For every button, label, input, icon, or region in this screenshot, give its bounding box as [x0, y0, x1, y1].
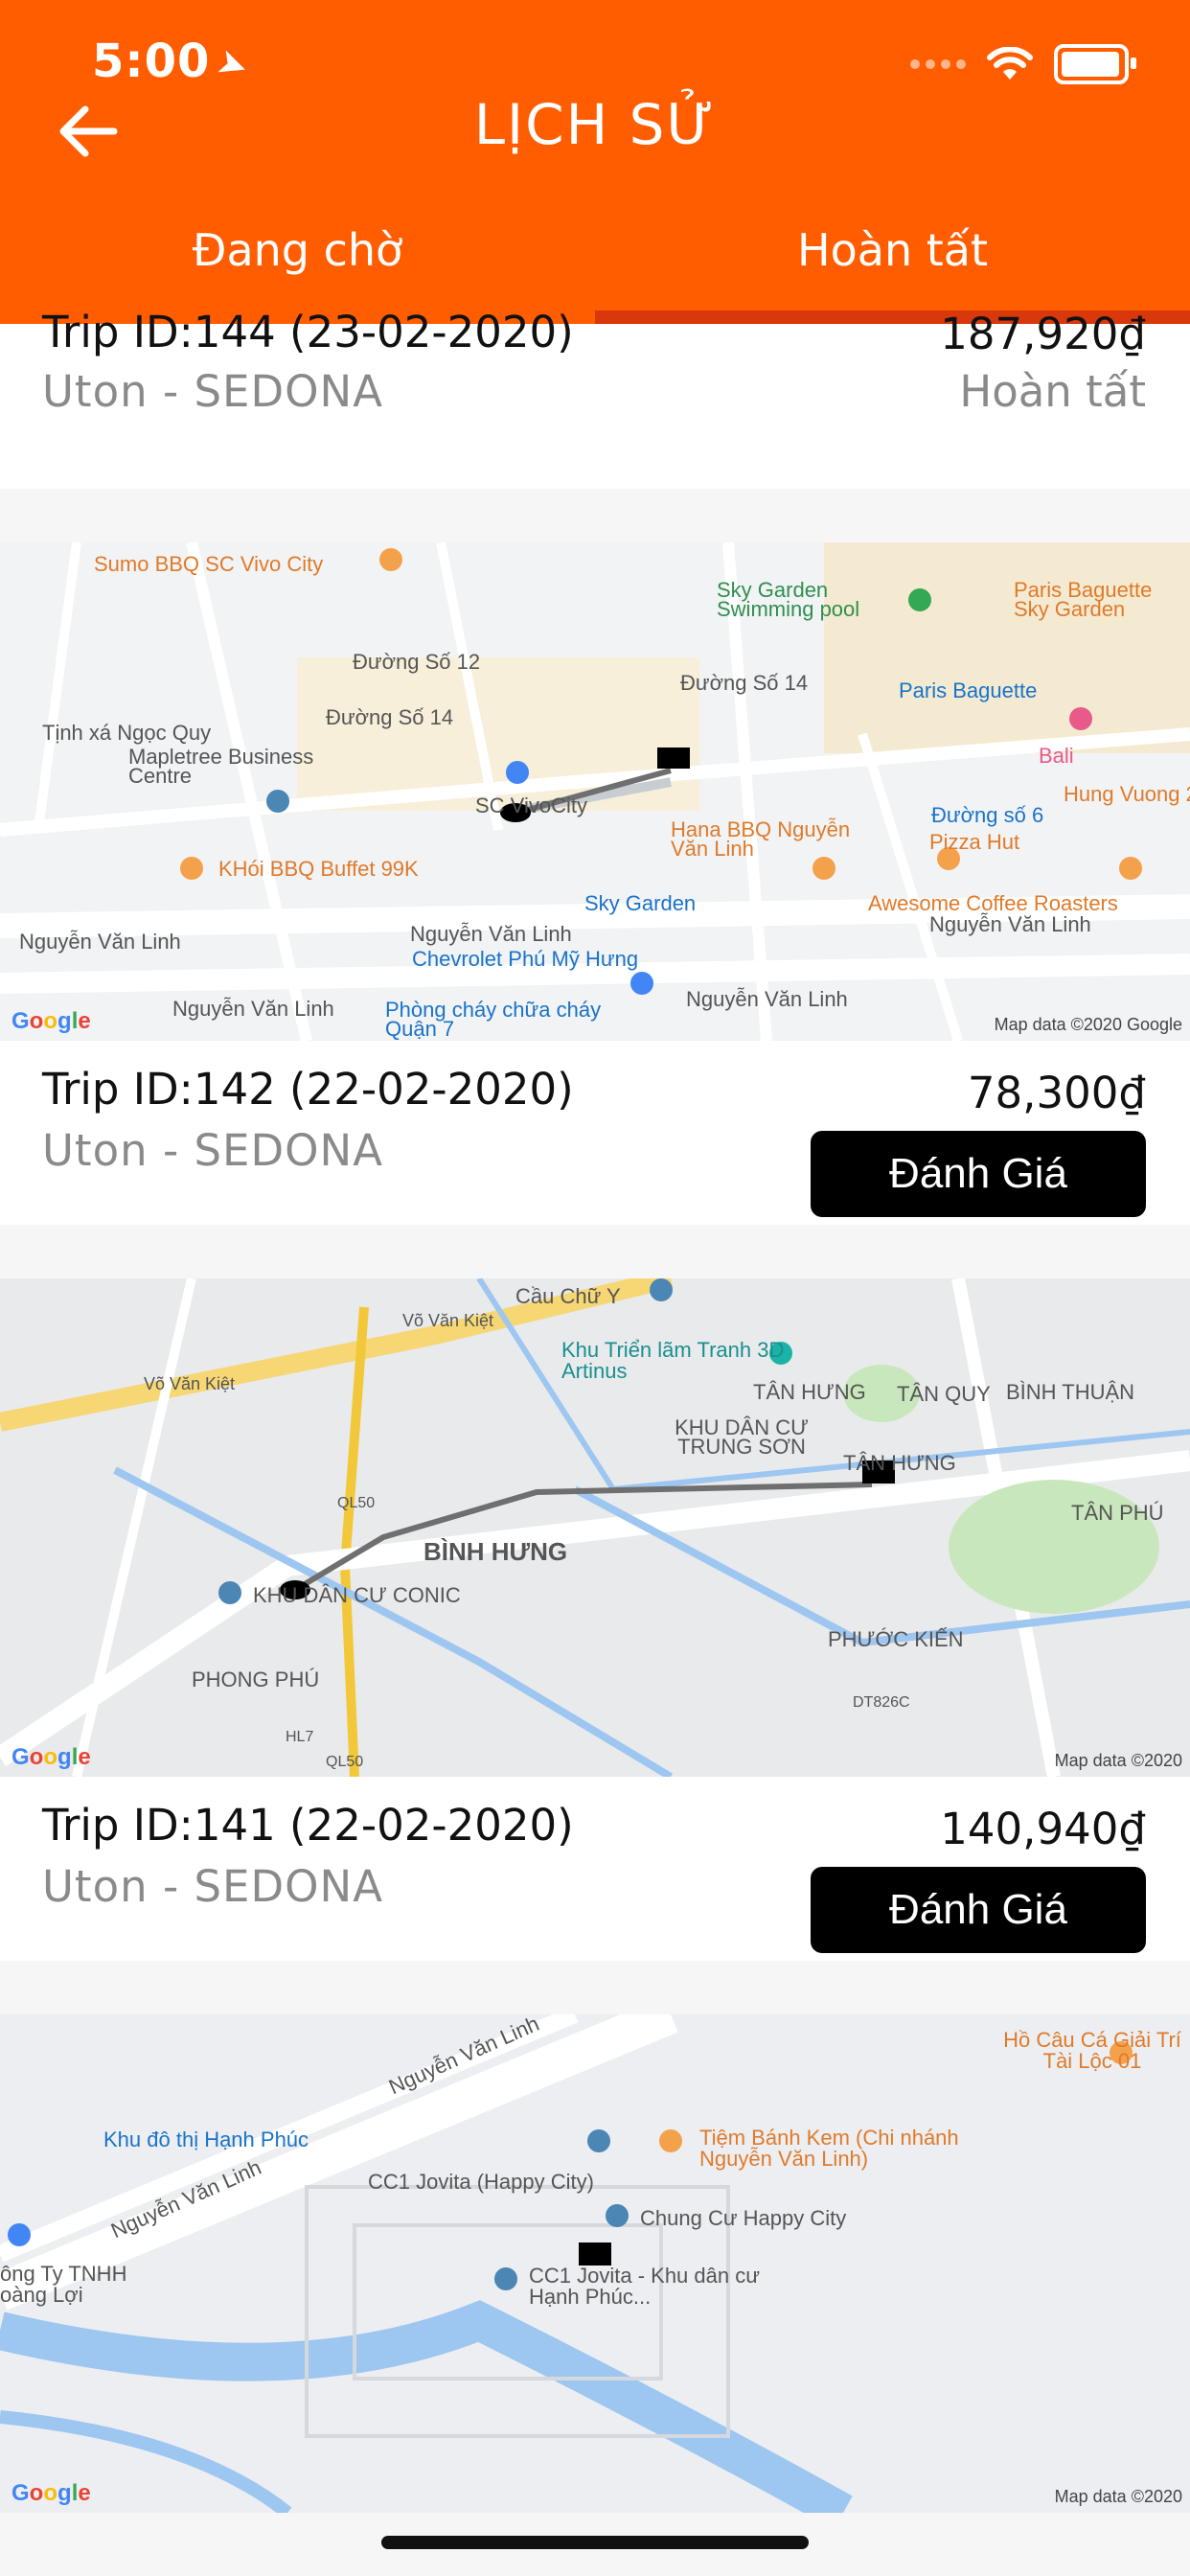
map-label: ông Ty TNHH oàng Lợi: [0, 2262, 127, 2307]
google-logo: Google: [11, 2480, 91, 2506]
map-label: Đường Số 14: [326, 705, 454, 729]
map-label: Đường số 6: [931, 803, 1044, 827]
map-label: Nguyễn Văn Linh: [172, 997, 334, 1021]
divider: [0, 1225, 1190, 1278]
map-label: Pizza Hut: [929, 830, 1020, 854]
map-label: DT826C: [853, 1694, 910, 1711]
divider: [0, 489, 1190, 542]
map-attribution: Map data ©2020: [1054, 1751, 1182, 1770]
map-label: QL50: [326, 1754, 364, 1770]
map-label: Đường Số 14: [680, 671, 809, 695]
home-indicator: [381, 2536, 809, 2549]
trip-card[interactable]: Cầu Chữ Y Võ Văn Kiệt Khu Triển lãm Tran…: [0, 1278, 1190, 1961]
map-label: Sky Garden: [584, 891, 697, 915]
divider: [0, 1961, 1190, 2014]
trip-price: 140,940₫: [940, 1804, 1146, 1854]
trip-id: Trip ID:144 (23-02-2020): [42, 307, 574, 357]
map-label: CC1 Jovita (Happy City): [368, 2170, 594, 2194]
map-label: Nguyễn Văn Linh: [410, 922, 572, 946]
rate-button[interactable]: Đánh Giá: [811, 1131, 1146, 1217]
trip-route: Uton - SEDONA: [42, 1861, 383, 1912]
map-label: CC1 Jovita - Khu dân cư Hạnh Phúc...: [529, 2264, 760, 2309]
trip-card[interactable]: Hồ Câu Cá Giải Trí Tài Lộc 01 Nguyễn Văn…: [0, 2014, 1190, 2513]
trip-map[interactable]: Sumo BBQ SC Vivo City Sky Garden Swimmin…: [0, 542, 1190, 1041]
signal-icon: [910, 59, 966, 69]
map-label: Hana BBQ Nguyễn Văn Linh: [671, 817, 851, 861]
wifi-icon: [987, 47, 1033, 80]
trip-map[interactable]: Hồ Câu Cá Giải Trí Tài Lộc 01 Nguyễn Văn…: [0, 2014, 1190, 2513]
trip-price: 187,920₫: [940, 309, 1146, 359]
map-label: Sky Garden Swimming pool: [717, 578, 860, 621]
trip-info: Trip ID:142 (22-02-2020) Uton - SEDONA 7…: [0, 1041, 1190, 1225]
map-label: Võ Văn Kiệt: [144, 1374, 236, 1393]
map-label: Phòng cháy chữa cháy Quận 7: [385, 998, 602, 1041]
map-label: Cầu Chữ Y: [515, 1284, 621, 1308]
map-label: Hung Vuong 2: [1064, 782, 1190, 806]
map-label: Tịnh xá Ngọc Quy: [42, 721, 212, 745]
map-label: BÌNH THUẬN: [1006, 1380, 1135, 1404]
trip-card[interactable]: Trip ID:144 (23-02-2020) Uton - SEDONA 1…: [0, 307, 1190, 489]
rate-button[interactable]: Đánh Giá: [811, 1867, 1146, 1953]
map-label: TÂN QUY: [897, 1382, 991, 1406]
trip-route: Uton - SEDONA: [42, 1125, 383, 1176]
map-label: KHói BBQ Buffet 99K: [218, 857, 419, 881]
map-label: TÂN HƯNG: [753, 1380, 866, 1404]
map-label: SC VivoCity: [475, 794, 587, 817]
trip-card[interactable]: Sumo BBQ SC Vivo City Sky Garden Swimmin…: [0, 542, 1190, 1225]
map-label: KHU DÂN CƯ CONIC: [253, 1583, 461, 1607]
map-label: TÂN HƯNG: [843, 1451, 956, 1475]
map-label: PHƯỚC KIẾN: [828, 1627, 964, 1651]
page-title: LỊCH SỬ: [473, 92, 717, 157]
map-label: Mapletree Business Centre: [128, 745, 314, 788]
trip-info: Trip ID:141 (22-02-2020) Uton - SEDONA 1…: [0, 1777, 1190, 1961]
trip-id: Trip ID:142 (22-02-2020): [42, 1064, 574, 1115]
map-label: Chevrolet Phú Mỹ Hưng: [412, 947, 639, 971]
map-label: Hồ Câu Cá Giải Trí Tài Lộc 01: [1003, 2028, 1181, 2073]
trip-id: Trip ID:141 (22-02-2020): [42, 1800, 574, 1851]
map-label: Nguyễn Văn Linh: [19, 930, 181, 954]
map-label: Tiệm Bánh Kem (Chi nhánh Nguyễn Văn Linh…: [699, 2126, 959, 2171]
map-label: PHONG PHÚ: [192, 1668, 320, 1691]
status-bar-indicators: [910, 44, 1136, 84]
google-logo: Google: [11, 1744, 91, 1770]
location-arrow-icon: ➤: [211, 38, 256, 90]
map-label: Chung Cư Happy City: [640, 2206, 847, 2230]
map-label: Khu đô thị Hạnh Phúc: [103, 2128, 309, 2151]
battery-icon: [1054, 44, 1136, 84]
trip-route: Uton - SEDONA: [42, 366, 383, 417]
map-label: HL7: [286, 1729, 314, 1745]
map-label: Khu Triển lãm Tranh 3D Artinus: [561, 1338, 785, 1383]
map-label: Sumo BBQ SC Vivo City: [94, 552, 324, 576]
map-attribution: Map data ©2020 Google: [994, 1015, 1182, 1034]
map-label: Bali: [1039, 744, 1074, 768]
google-logo: Google: [11, 1008, 91, 1034]
trip-price: 78,300₫: [967, 1068, 1146, 1118]
map-attribution: Map data ©2020: [1054, 2487, 1182, 2506]
map-label: KHU DÂN CƯ TRUNG SƠN: [675, 1415, 809, 1459]
trip-map[interactable]: Cầu Chữ Y Võ Văn Kiệt Khu Triển lãm Tran…: [0, 1278, 1190, 1777]
map-label: Đường Số 12: [353, 650, 481, 674]
trip-status: Hoàn tất: [959, 366, 1146, 417]
map-label: Nguyễn Văn Linh: [686, 987, 848, 1011]
trip-list: Trip ID:144 (23-02-2020) Uton - SEDONA 1…: [0, 307, 1190, 2513]
map-label: Paris Baguette Sky Garden: [1014, 578, 1153, 621]
trip-info: Trip ID:144 (23-02-2020) Uton - SEDONA 1…: [0, 295, 1190, 460]
map-label: BÌNH HƯNG: [423, 1537, 568, 1566]
status-bar-time: 5:00➤: [92, 34, 256, 90]
map-label: Paris Baguette: [899, 678, 1038, 702]
map-label: TÂN PHÚ: [1071, 1501, 1164, 1525]
map-label: Nguyễn Văn Linh: [929, 912, 1091, 936]
map-label: QL50: [337, 1495, 376, 1511]
map-label: Võ Văn Kiệt: [402, 1311, 494, 1330]
header-bar: 5:00➤ LỊCH SỬ Đang chờ Hoàn tất: [0, 0, 1190, 324]
